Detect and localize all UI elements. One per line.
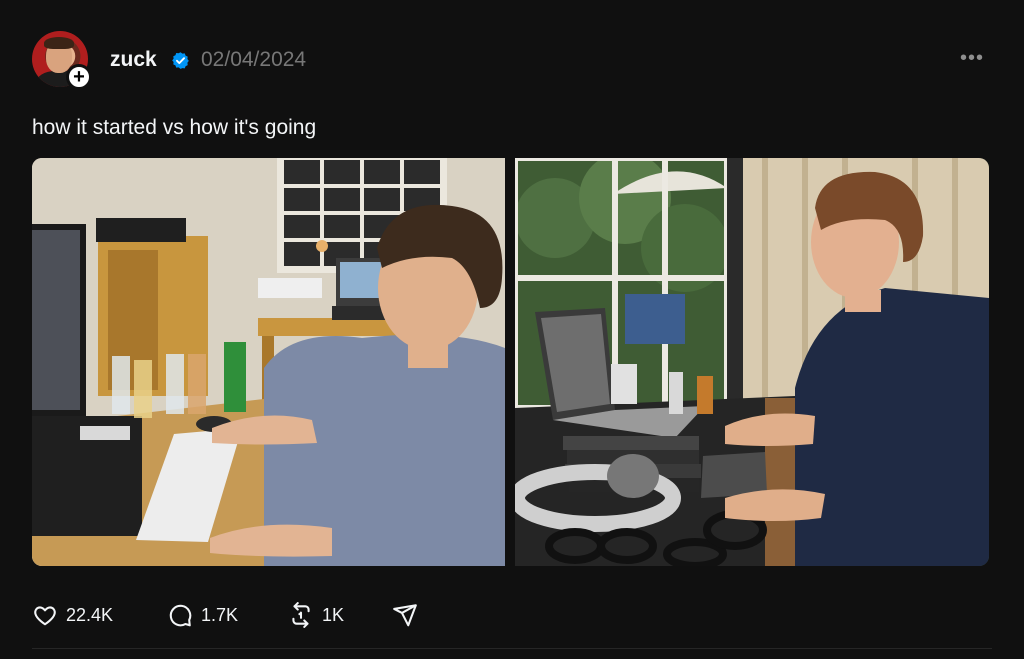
like-button[interactable]: 22.4K bbox=[32, 598, 113, 632]
repost-icon bbox=[292, 602, 310, 628]
share-icon bbox=[393, 604, 417, 627]
then-photo[interactable] bbox=[32, 158, 505, 566]
post-date[interactable]: 02/04/2024 bbox=[201, 48, 306, 72]
post: + zuck 02/04/2024 ••• how it started vs … bbox=[0, 0, 1024, 659]
share-button[interactable] bbox=[392, 598, 418, 632]
follow-plus-icon[interactable]: + bbox=[66, 64, 92, 90]
verified-icon bbox=[172, 52, 189, 69]
post-divider bbox=[32, 648, 992, 649]
comment-button[interactable]: 1.7K bbox=[167, 598, 238, 632]
repost-button[interactable]: 1K bbox=[288, 598, 344, 632]
now-photo[interactable] bbox=[515, 158, 989, 566]
comment-count: 1.7K bbox=[201, 604, 239, 625]
heart-icon bbox=[34, 606, 56, 626]
username[interactable]: zuck bbox=[110, 48, 157, 72]
post-caption: how it started vs how it's going bbox=[32, 116, 317, 139]
more-icon[interactable]: ••• bbox=[960, 48, 986, 71]
comment-icon bbox=[169, 604, 192, 627]
repost-count: 1K bbox=[322, 604, 345, 625]
like-count: 22.4K bbox=[66, 604, 114, 625]
